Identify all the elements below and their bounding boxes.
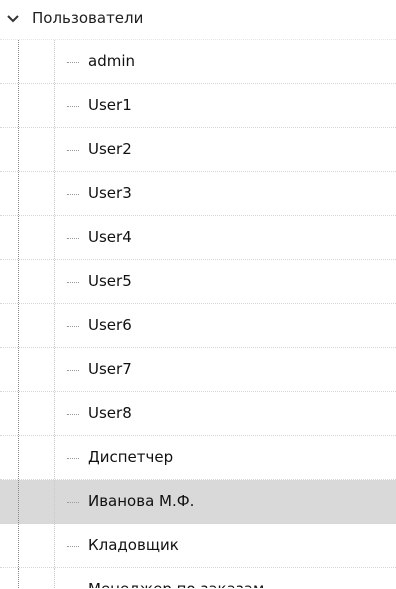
tree-branch-line [67, 414, 79, 415]
tree-connector-line [18, 40, 19, 83]
tree-indent-line [54, 348, 55, 391]
tree-item-label: User2 [88, 140, 132, 158]
tree-indent-line [54, 436, 55, 479]
tree-branch-line [67, 62, 79, 63]
tree-item-label: admin [88, 52, 135, 70]
tree-branch-line [67, 106, 79, 107]
tree-item-storekeeper[interactable]: Кладовщик [0, 524, 396, 568]
tree-item-user3[interactable]: User3 [0, 172, 396, 216]
tree-node-label: Пользователи [32, 9, 144, 27]
tree-connector-line [18, 216, 19, 259]
tree-branch-line [67, 370, 79, 371]
tree-item-label: User8 [88, 404, 132, 422]
tree-item-user6[interactable]: User6 [0, 304, 396, 348]
tree-indent-line [54, 260, 55, 303]
tree-indent-line [54, 40, 55, 83]
tree-connector-line [18, 436, 19, 479]
tree-branch-line [67, 458, 79, 459]
tree-connector-line [18, 348, 19, 391]
tree-item-label: User3 [88, 184, 132, 202]
tree-branch-line [67, 282, 79, 283]
tree-indent-line [54, 172, 55, 215]
tree-connector-line [18, 480, 19, 523]
tree-indent-line [54, 84, 55, 127]
tree-connector-line [18, 392, 19, 435]
tree-item-label: Менеджер по заказам [88, 580, 264, 588]
tree-connector-line [18, 260, 19, 303]
tree-indent-line [54, 568, 55, 588]
tree-item-user7[interactable]: User7 [0, 348, 396, 392]
tree-item-user2[interactable]: User2 [0, 128, 396, 172]
tree-indent-line [54, 392, 55, 435]
chevron-down-icon[interactable] [6, 12, 20, 26]
tree-item-user5[interactable]: User5 [0, 260, 396, 304]
tree-connector-line [18, 304, 19, 347]
tree-item-label: Кладовщик [88, 536, 179, 554]
tree-connector-line [18, 568, 19, 588]
tree-item-user1[interactable]: User1 [0, 84, 396, 128]
tree-connector-line [18, 84, 19, 127]
tree-indent-line [54, 304, 55, 347]
tree-branch-line [67, 502, 79, 503]
tree-branch-line [67, 150, 79, 151]
tree-connector-line [18, 172, 19, 215]
tree-branch-line [67, 194, 79, 195]
tree-branch-line [67, 546, 79, 547]
tree-item-user8[interactable]: User8 [0, 392, 396, 436]
tree-indent-line [54, 216, 55, 259]
tree-branch-line [67, 238, 79, 239]
tree-item-admin[interactable]: admin [0, 40, 396, 84]
tree-indent-line [54, 480, 55, 523]
tree-item-label: User7 [88, 360, 132, 378]
tree-branch-line [67, 326, 79, 327]
tree-item-label: Диспетчер [88, 448, 174, 466]
tree-connector-line [18, 128, 19, 171]
tree-item-label: User6 [88, 316, 132, 334]
tree-item-order-manager[interactable]: Менеджер по заказам [0, 568, 396, 588]
tree-item-ivanova[interactable]: Иванова М.Ф. [0, 480, 396, 524]
tree-indent-line [54, 524, 55, 567]
tree-item-dispatcher[interactable]: Диспетчер [0, 436, 396, 480]
tree-item-label: User4 [88, 228, 132, 246]
tree-item-user4[interactable]: User4 [0, 216, 396, 260]
tree-item-label: User5 [88, 272, 132, 290]
user-tree: Пользователи admin User1 User2 User3 Use… [0, 0, 396, 589]
tree-node-users[interactable]: Пользователи [0, 0, 396, 40]
tree-item-label: Иванова М.Ф. [88, 492, 195, 510]
tree-item-label: User1 [88, 96, 132, 114]
tree-indent-line [54, 128, 55, 171]
tree-connector-line [18, 524, 19, 567]
